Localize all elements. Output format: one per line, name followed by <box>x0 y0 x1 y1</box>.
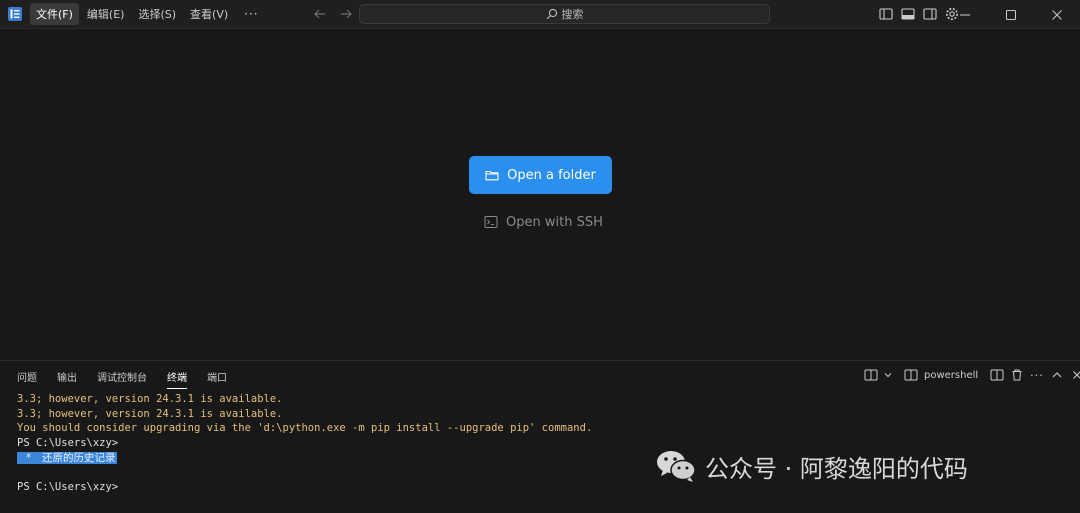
close-panel-icon[interactable] <box>1070 368 1080 382</box>
maximize-icon <box>1006 9 1016 20</box>
open-folder-label: Open a folder <box>507 167 596 183</box>
chevron-up-icon[interactable] <box>1050 368 1064 382</box>
menu-selection[interactable]: 选择(S) <box>132 3 182 25</box>
panel-actions: powershell ··· <box>864 368 1080 382</box>
split-terminal-icon[interactable] <box>904 368 918 382</box>
more-actions-icon[interactable]: ··· <box>1030 369 1044 382</box>
new-terminal-layout-icon[interactable] <box>864 368 878 382</box>
forward-arrow-icon[interactable] <box>338 6 354 22</box>
trash-icon[interactable] <box>1010 368 1024 382</box>
search-placeholder: 搜索 <box>561 8 584 21</box>
close-button[interactable] <box>1034 0 1080 29</box>
open-ssh-label: Open with SSH <box>506 214 603 230</box>
navigation-arrows <box>312 6 354 22</box>
menu-bar: 文件(F) 编辑(E) 选择(S) 查看(V) ··· <box>30 3 267 25</box>
search-box[interactable]: 搜索 <box>359 4 770 24</box>
menu-more-button[interactable]: ··· <box>236 7 266 21</box>
chevron-down-icon[interactable] <box>884 371 892 379</box>
app-logo-icon <box>8 7 22 21</box>
bottom-panel: 问题 输出 调试控制台 终端 端口 powershell ··· 3.3; ho… <box>0 360 1080 513</box>
terminal-line: You should consider upgrading via the 'd… <box>17 422 593 435</box>
search-icon <box>546 8 557 20</box>
wechat-logo-icon <box>657 451 696 482</box>
menu-view[interactable]: 查看(V) <box>184 3 234 25</box>
history-marker: * <box>17 451 40 464</box>
back-arrow-icon[interactable] <box>312 6 328 22</box>
terminal-icon <box>484 216 498 228</box>
close-icon <box>1052 9 1062 20</box>
open-folder-button[interactable]: Open a folder <box>469 156 612 194</box>
terminal-line: 3.3; however, version 24.3.1 is availabl… <box>17 407 283 420</box>
maximize-button[interactable] <box>988 0 1034 29</box>
terminal-output[interactable]: 3.3; however, version 24.3.1 is availabl… <box>17 392 592 495</box>
tab-problems[interactable]: 问题 <box>17 369 37 389</box>
watermark: 公众号 · 阿黎逸阳的代码 <box>655 448 968 484</box>
toggle-secondary-sidebar-icon[interactable] <box>922 6 938 22</box>
restored-history-label: 还原的历史记录 <box>39 451 118 464</box>
tab-ports[interactable]: 端口 <box>207 369 227 389</box>
tab-output[interactable]: 输出 <box>57 369 77 389</box>
folder-icon <box>485 170 499 181</box>
terminal-prompt: PS C:\Users\xzy> <box>17 481 119 494</box>
watermark-text: 公众号 · 阿黎逸阳的代码 <box>705 454 968 483</box>
open-ssh-link[interactable]: Open with SSH <box>484 212 603 232</box>
window-controls <box>942 0 1080 29</box>
split-panel-icon[interactable] <box>990 368 1004 382</box>
menu-edit[interactable]: 编辑(E) <box>81 3 131 25</box>
toggle-primary-sidebar-icon[interactable] <box>878 6 894 22</box>
restored-history-line: * 还原的历史记录 <box>17 451 592 466</box>
tab-debug-console[interactable]: 调试控制台 <box>97 369 147 389</box>
minimize-button[interactable] <box>942 0 988 29</box>
toggle-panel-icon[interactable] <box>900 6 916 22</box>
terminal-prompt: PS C:\Users\xzy> <box>17 437 119 450</box>
title-bar: 文件(F) 编辑(E) 选择(S) 查看(V) ··· 搜索 <box>0 0 1080 29</box>
terminal-shell-label[interactable]: powershell <box>924 370 978 381</box>
panel-tabs: 问题 输出 调试控制台 终端 端口 <box>17 369 247 389</box>
tab-terminal[interactable]: 终端 <box>167 369 187 389</box>
minimize-icon <box>960 14 970 15</box>
menu-file[interactable]: 文件(F) <box>30 3 79 25</box>
terminal-line: 3.3; however, version 24.3.1 is availabl… <box>17 393 283 405</box>
